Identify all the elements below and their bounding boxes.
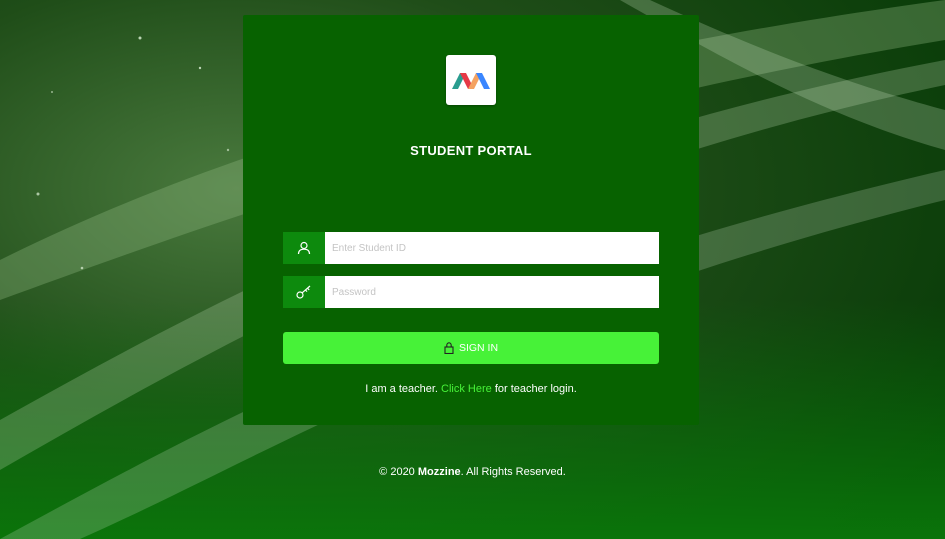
teacher-login-link[interactable]: Click Here bbox=[441, 383, 492, 395]
sign-in-label: SIGN IN bbox=[458, 342, 499, 354]
logo-m-icon bbox=[452, 73, 490, 89]
lock-icon bbox=[444, 342, 454, 354]
student-id-input[interactable] bbox=[325, 232, 659, 264]
page-title: STUDENT PORTAL bbox=[410, 143, 532, 158]
key-icon bbox=[283, 276, 325, 308]
teacher-login-prompt: I am a teacher. Click Here for teacher l… bbox=[243, 383, 699, 395]
footer-brand: Mozzine bbox=[417, 466, 461, 478]
password-input[interactable] bbox=[325, 276, 659, 308]
copyright-suffix: . All Rights Reserved. bbox=[460, 466, 566, 478]
teacher-prompt-prefix: I am a teacher. bbox=[365, 383, 438, 395]
copyright-prefix: © 2020 bbox=[379, 466, 415, 478]
sign-in-button[interactable]: SIGN IN bbox=[283, 332, 659, 364]
user-icon bbox=[283, 232, 325, 264]
student-id-field bbox=[283, 232, 659, 264]
mozzine-logo bbox=[446, 55, 496, 105]
footer-copyright: © 2020 Mozzine. All Rights Reserved. bbox=[0, 466, 945, 478]
password-field bbox=[283, 276, 659, 308]
teacher-prompt-suffix: for teacher login. bbox=[494, 383, 577, 395]
login-card: STUDENT PORTAL SIGN IN I am a t bbox=[243, 15, 699, 425]
